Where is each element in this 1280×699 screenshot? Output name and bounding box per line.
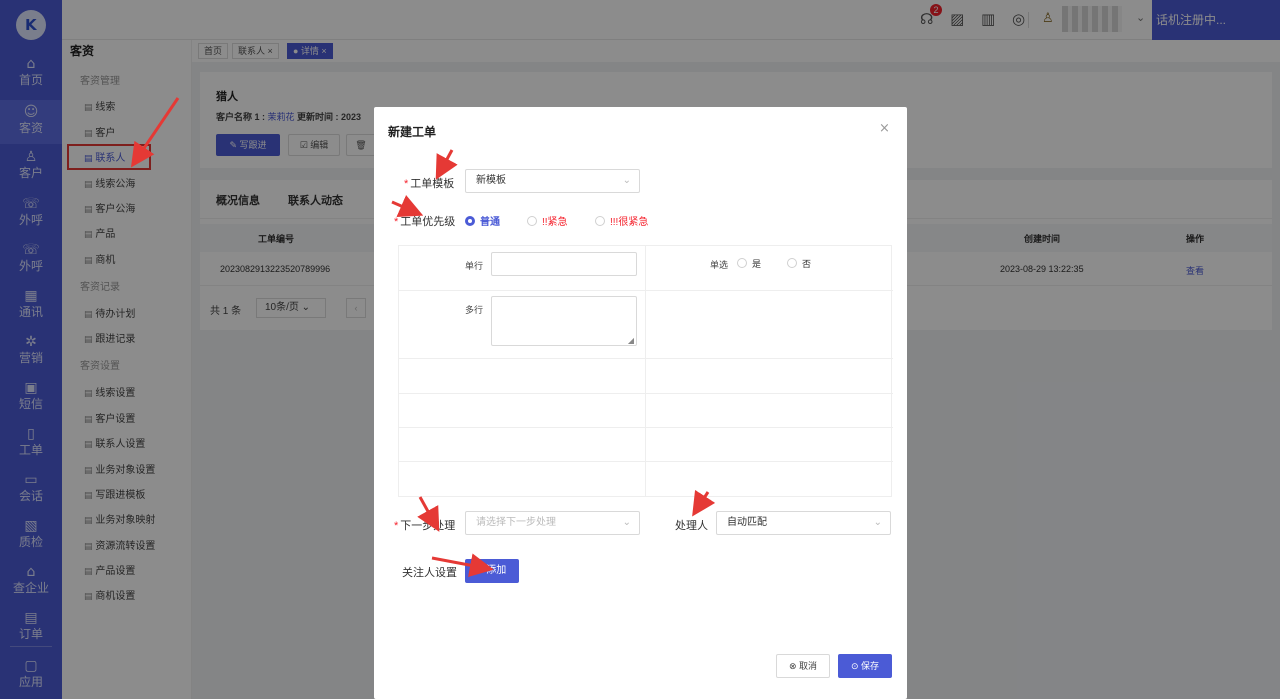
next-step-label: * 下一步处理: [394, 520, 456, 532]
single-choice-label: 单选: [710, 260, 729, 270]
single-line-label: 单行: [465, 261, 484, 271]
add-follower-button[interactable]: + 添加: [465, 559, 519, 583]
chevron-down-icon: ⌄: [873, 517, 882, 528]
custom-fields-grid: 单行 单选 是 否 多行 ◢: [398, 245, 893, 497]
template-select[interactable]: 新模板 ⌄: [465, 169, 640, 193]
single-line-input[interactable]: [491, 252, 637, 276]
chevron-down-icon: ⌄: [622, 175, 631, 186]
priority-urgent-radio[interactable]: !!紧急: [527, 213, 568, 228]
followers-label: 关注人设置: [402, 567, 457, 579]
choice-yes-radio[interactable]: 是: [737, 257, 761, 270]
dialog-title: 新建工单: [388, 125, 437, 139]
handler-select[interactable]: 自动匹配 ⌄: [716, 511, 891, 535]
multi-line-label: 多行: [465, 305, 484, 315]
save-button[interactable]: ⊙ 保存: [838, 654, 892, 678]
chevron-down-icon: ⌄: [622, 517, 631, 528]
resize-handle-icon: ◢: [627, 336, 634, 345]
priority-very-urgent-radio[interactable]: !!!很紧急: [595, 213, 648, 228]
priority-normal-radio[interactable]: 普通: [465, 213, 500, 228]
choice-no-radio[interactable]: 否: [787, 257, 811, 270]
template-label: * 工单模板: [404, 178, 455, 190]
handler-label: 处理人: [675, 520, 708, 532]
cancel-button[interactable]: ⊗ 取消: [776, 654, 830, 678]
next-step-select[interactable]: 请选择下一步处理 ⌄: [465, 511, 640, 535]
priority-label: * 工单优先级: [394, 216, 456, 228]
new-ticket-dialog: 新建工单 × * 工单模板 新模板 ⌄ * 工单优先级 普通 !!紧急 !!!很紧急 …: [374, 107, 907, 699]
multi-line-textarea[interactable]: ◢: [491, 296, 637, 346]
close-icon[interactable]: ×: [879, 121, 890, 136]
